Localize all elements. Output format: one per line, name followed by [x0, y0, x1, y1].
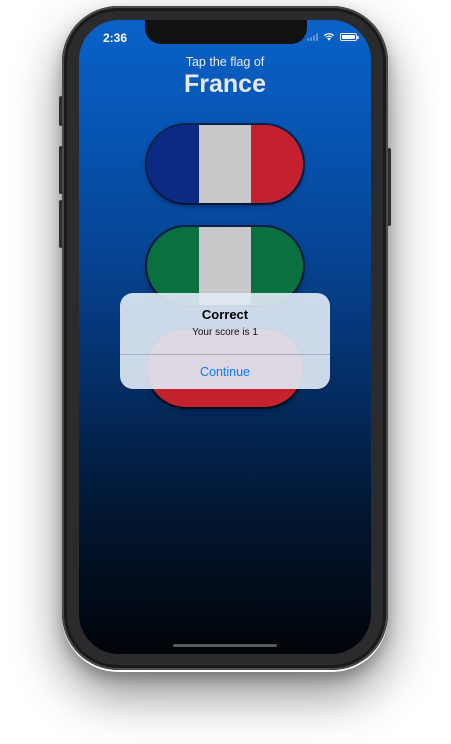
- app-screen: 2:36 Tap the flag of France Correct Your…: [79, 20, 371, 654]
- continue-button[interactable]: Continue: [120, 355, 330, 389]
- home-indicator[interactable]: [173, 644, 277, 647]
- status-icons: [307, 32, 359, 41]
- status-time: 2:36: [103, 31, 128, 45]
- flag-button-france[interactable]: [147, 125, 303, 203]
- alert-title: Correct: [201, 307, 249, 322]
- flag-stripe-right: [251, 125, 303, 203]
- wifi-icon: [323, 33, 335, 41]
- device-frame: 2:36 Tap the flag of France Correct Your…: [0, 0, 451, 744]
- score-alert: Correct Your score is 1 Continue: [120, 293, 330, 389]
- signal-icon: [307, 32, 318, 41]
- prompt-text: Tap the flag of: [185, 55, 265, 69]
- battery-icon: [340, 32, 359, 41]
- flag-stripe-middle: [199, 125, 251, 203]
- alert-message: Your score is 1: [192, 327, 258, 338]
- flag-stripe-left: [147, 125, 199, 203]
- notch: [145, 20, 307, 44]
- country-title: France: [184, 70, 266, 98]
